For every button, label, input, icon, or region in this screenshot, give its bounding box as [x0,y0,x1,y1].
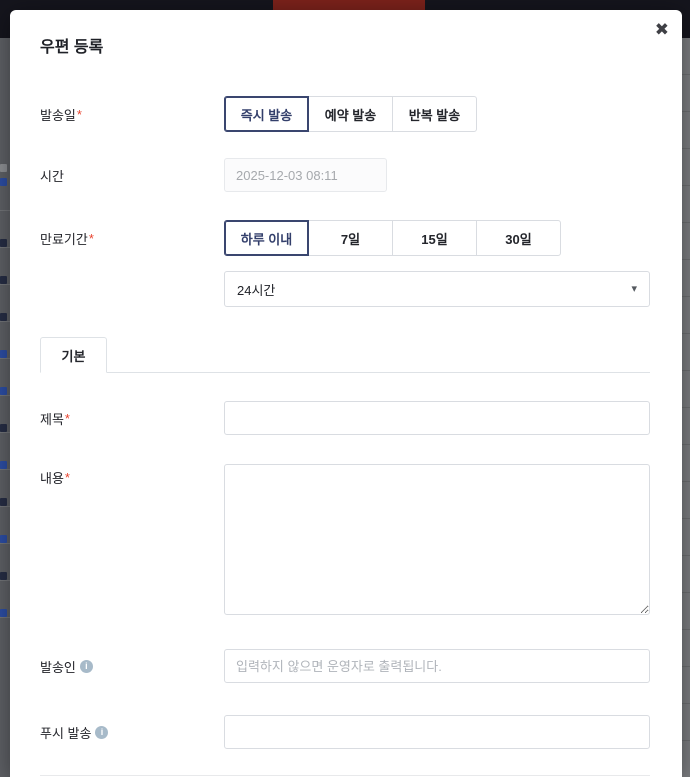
field-row-push: 푸시 발송 i [40,715,650,749]
content-label-text: 내용 [40,468,64,487]
page-scrollbar[interactable] [682,38,690,777]
send-date-option-scheduled[interactable]: 예약 발송 [308,96,393,132]
background-row-divider [0,210,10,211]
background-row-divider [0,506,10,507]
background-row-divider [0,617,10,618]
background-text-fragment [0,276,7,284]
field-row-time: 시간 [40,158,650,192]
background-text-fragment [0,498,7,506]
push-label: 푸시 발송 i [40,723,224,742]
tab-bar: 기본 [40,337,650,373]
tab-basic[interactable]: 기본 [40,337,107,373]
required-asterisk: * [89,231,94,246]
background-text-fragment [0,313,7,321]
background-row-divider [0,358,10,359]
background-left-sliver [0,38,10,777]
background-row-divider [0,247,10,248]
push-label-text: 푸시 발송 [40,723,91,742]
background-row-divider [0,469,10,470]
time-input[interactable] [224,158,387,192]
info-icon[interactable]: i [95,726,108,739]
expiry-button-group: 하루 이내 7일 15일 30일 [224,220,650,256]
send-date-button-group: 즉시 발송 예약 발송 반복 발송 [224,96,650,132]
title-control [224,401,650,435]
background-text-fragment [0,424,7,432]
expiry-option-one-day[interactable]: 하루 이내 [224,220,309,256]
background-link-fragment [0,461,7,469]
expiry-label-text: 만료기간 [40,229,88,248]
background-row-divider [0,543,10,544]
push-control [224,715,650,749]
footer-divider [40,775,650,776]
expiry-hours-select[interactable]: 24시간 ▾ [224,271,650,307]
background-text-fragment [0,239,7,247]
sender-label-text: 발송인 [40,657,76,676]
background-text-fragment [0,572,7,580]
push-input[interactable] [224,715,650,749]
chevron-down-icon: ▾ [631,282,637,295]
background-row-divider [0,580,10,581]
background-link-fragment [0,535,7,543]
close-icon[interactable]: ✖ [655,20,669,40]
send-date-option-immediate[interactable]: 즉시 발송 [224,96,309,132]
content-label: 내용* [40,464,224,487]
background-link-fragment [0,609,7,617]
sender-label: 발송인 i [40,657,224,676]
info-icon[interactable]: i [80,660,93,673]
send-date-option-repeat[interactable]: 반복 발송 [392,96,477,132]
sender-input[interactable] [224,649,650,683]
background-accent-bar [273,0,425,10]
background-link-fragment [0,387,7,395]
sender-control [224,649,650,683]
field-row-expiry: 만료기간* 하루 이내 7일 15일 30일 [40,220,650,256]
field-row-send-date: 발송일* 즉시 발송 예약 발송 반복 발송 [40,96,650,132]
required-asterisk: * [65,470,70,485]
field-row-sender: 발송인 i [40,649,650,683]
time-label: 시간 [40,166,224,185]
time-label-text: 시간 [40,166,64,185]
background-link-fragment [0,350,7,358]
mail-register-modal: ✖ 우편 등록 발송일* 즉시 발송 예약 발송 반복 발송 시간 만료기간* … [10,10,682,777]
send-date-label-text: 발송일 [40,105,76,124]
expiry-label: 만료기간* [40,229,224,248]
required-asterisk: * [65,411,70,426]
expiry-option-30-days[interactable]: 30일 [476,220,561,256]
title-input[interactable] [224,401,650,435]
expiry-option-7-days[interactable]: 7일 [308,220,393,256]
background-row-divider [0,284,10,285]
field-row-title: 제목* [40,401,650,435]
title-label: 제목* [40,409,224,428]
send-date-label: 발송일* [40,105,224,124]
expiry-option-15-days[interactable]: 15일 [392,220,477,256]
background-row-divider [0,432,10,433]
modal-title: 우편 등록 [40,38,650,58]
field-row-content: 내용* [40,464,650,620]
expiry-hours-value: 24시간 [237,280,275,299]
title-label-text: 제목 [40,409,64,428]
background-row-divider [0,395,10,396]
time-control [224,158,650,192]
required-asterisk: * [77,107,82,122]
background-text-fragment [0,164,7,172]
content-control [224,464,650,620]
background-link-fragment [0,178,7,186]
background-row-divider [0,321,10,322]
content-textarea[interactable] [224,464,650,615]
